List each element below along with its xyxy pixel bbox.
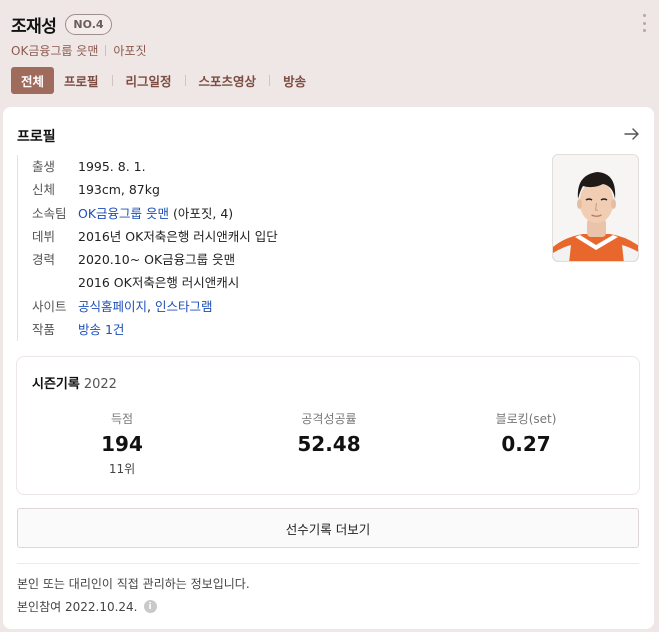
section-title: 프로필 (17, 129, 56, 145)
player-record-more-button[interactable]: 선수기록 더보기 (17, 508, 639, 548)
team-value: OK금융그룹 읏맨 (아포짓, 4) (78, 202, 233, 225)
team-link[interactable]: OK금융그룹 읏맨 (78, 206, 169, 221)
profile-card: 프로필 출생 1995. 8. 1. 신체 193cm, 87kg 소속팀 OK… (3, 107, 654, 629)
number-badge: NO.4 (65, 14, 112, 35)
info-label: 출생 (32, 159, 56, 174)
tab-bar: 전체 프로필 리그일정 스포츠영상 방송 (11, 67, 316, 94)
info-label: 신체 (32, 182, 56, 198)
participation-date: 본인참여 2022.10.24. (17, 600, 138, 614)
info-label: 사이트 (32, 298, 67, 314)
info-label: 데뷔 (32, 228, 56, 244)
player-header: 조재성 NO.4 OK금융그룹 읏맨 아포짓 전체 프로필 리그일정 스포츠영상… (0, 0, 659, 106)
stat-points: 득점 194 11위 (18, 410, 226, 477)
player-name: 조재성 (11, 17, 57, 37)
tab-profile[interactable]: 프로필 (54, 67, 109, 94)
profile-info: 출생 1995. 8. 1. 신체 193cm, 87kg 소속팀 OK금융그룹… (17, 155, 537, 342)
stat-value: 194 (101, 432, 143, 456)
instagram-link[interactable]: 인스타그램 (155, 299, 213, 314)
divider (105, 45, 107, 56)
stat-value: 0.27 (501, 432, 551, 456)
stat-label: 득점 (110, 412, 134, 426)
player-photo[interactable] (552, 154, 639, 262)
name-row: 조재성 NO.4 (11, 12, 112, 37)
birth-value: 1995. 8. 1. (78, 159, 146, 174)
info-row-site: 사이트 공식홈페이지, 인스타그램 (32, 295, 537, 318)
divider (269, 75, 271, 86)
info-row-career: 경력 2020.10~ OK금융그룹 읏맨 2016 OK저축은행 러시앤캐시 (32, 248, 537, 295)
tab-broadcast[interactable]: 방송 (273, 67, 316, 94)
more-vertical-icon[interactable] (641, 14, 647, 32)
footer-note: 본인 또는 대리인이 직접 관리하는 정보입니다. (17, 577, 250, 591)
official-site-link[interactable]: 공식홈페이지 (78, 299, 147, 314)
player-portrait (553, 155, 638, 261)
info-label: 소속팀 (32, 205, 67, 221)
team-extra: (아포짓, 4) (169, 205, 234, 221)
info-label: 작품 (32, 322, 56, 338)
site-separator: , (147, 298, 155, 314)
career-line: 2016 OK저축은행 러시앤캐시 (78, 275, 240, 291)
info-row-works: 작품 방송 1건 (32, 318, 537, 341)
season-year: 2022 (83, 377, 117, 392)
team-row: OK금융그룹 읏맨 아포짓 (11, 42, 147, 59)
season-title-label: 시즌기록 (32, 377, 80, 392)
stat-label: 블로킹(set) (495, 412, 557, 426)
stat-label: 공격성공률 (301, 412, 357, 426)
info-row-birth: 출생 1995. 8. 1. (32, 155, 537, 178)
arrow-right-icon[interactable] (624, 127, 640, 141)
tab-sports-video[interactable]: 스포츠영상 (189, 67, 267, 94)
stat-blocking: 블로킹(set) 0.27 (422, 410, 630, 456)
body-value: 193cm, 87kg (78, 182, 160, 198)
info-label: 경력 (32, 252, 56, 268)
team-name[interactable]: OK금융그룹 읏맨 (11, 42, 98, 59)
season-record-box: 시즌기록 2022 득점 194 11위 공격성공률 52.48 블로킹(set)… (16, 356, 640, 495)
info-row-debut: 데뷔 2016년 OK저축은행 러시앤캐시 입단 (32, 225, 537, 248)
divider (111, 75, 113, 86)
works-value: 방송 1건 (78, 318, 124, 341)
divider (184, 75, 186, 86)
info-row-team: 소속팀 OK금융그룹 읏맨 (아포짓, 4) (32, 202, 537, 225)
info-icon[interactable]: i (143, 600, 157, 613)
tab-all[interactable]: 전체 (11, 67, 55, 94)
stat-value: 52.48 (297, 432, 361, 456)
footer-date: 본인참여 2022.10.24. i (17, 598, 157, 615)
debut-value: 2016년 OK저축은행 러시앤캐시 입단 (78, 228, 278, 244)
divider (17, 563, 639, 564)
career-line: 2020.10~ OK금융그룹 읏맨 (78, 252, 236, 268)
broadcast-link[interactable]: 방송 1건 (78, 322, 124, 337)
position: 아포짓 (113, 44, 147, 58)
career-value: 2020.10~ OK금융그룹 읏맨 2016 OK저축은행 러시앤캐시 (78, 248, 239, 295)
site-value: 공식홈페이지, 인스타그램 (78, 295, 212, 318)
tab-league-schedule[interactable]: 리그일정 (116, 67, 182, 94)
stat-rank: 11위 (108, 462, 136, 476)
info-row-body: 신체 193cm, 87kg (32, 178, 537, 201)
stat-attack-rate: 공격성공률 52.48 (225, 410, 433, 456)
season-title: 시즌기록 2022 (32, 373, 117, 392)
